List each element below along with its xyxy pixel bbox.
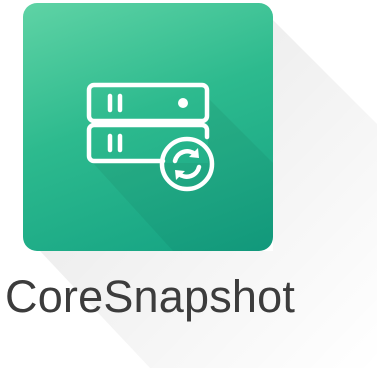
- app-tile[interactable]: [23, 3, 273, 251]
- server-sync-icon: [86, 82, 273, 251]
- app-name-label: CoreSnapshot: [5, 271, 296, 322]
- app-icon-card[interactable]: CoreSnapshot: [0, 0, 377, 368]
